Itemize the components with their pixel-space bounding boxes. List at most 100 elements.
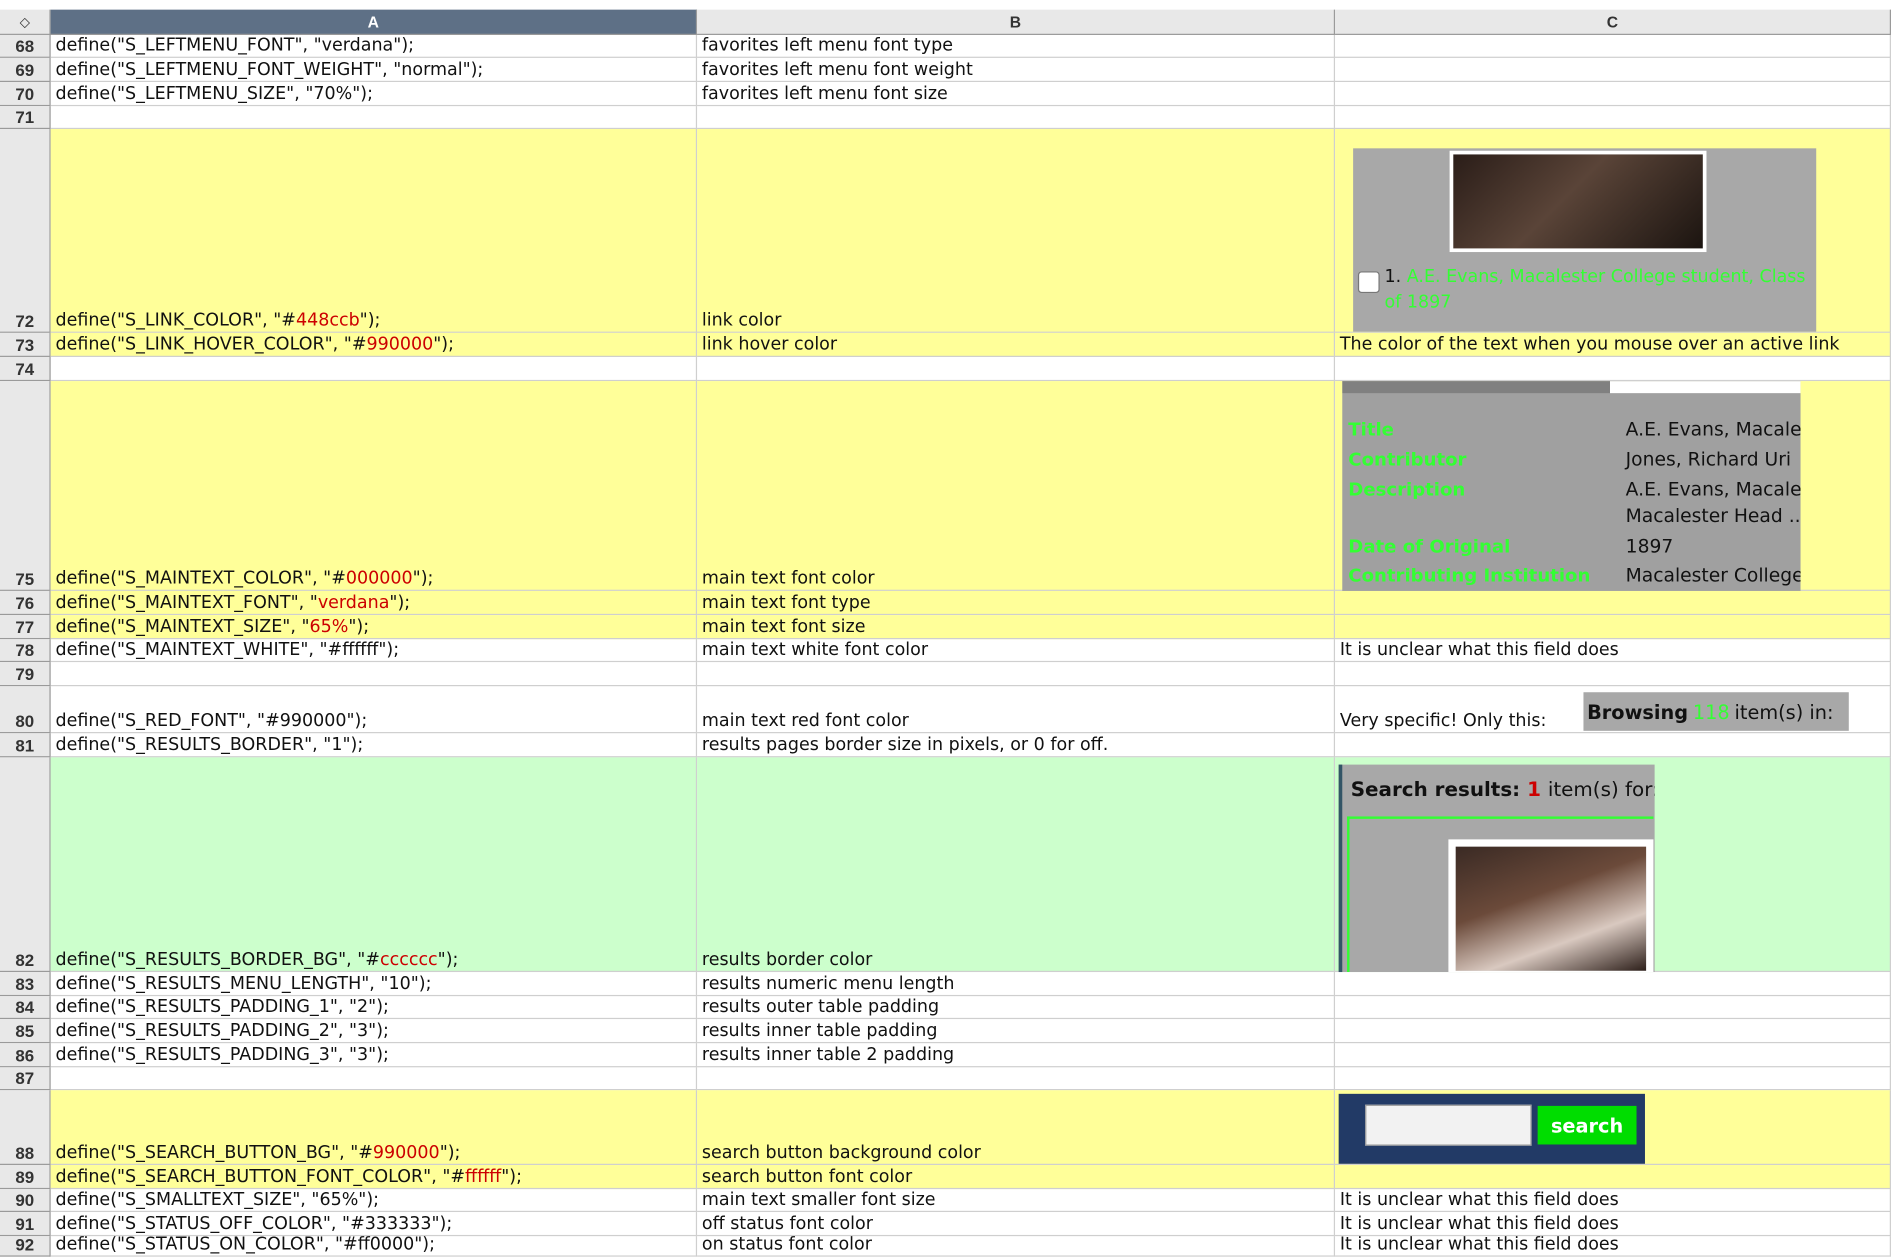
cell-b[interactable]: results numeric menu length <box>697 972 1336 997</box>
cell-a[interactable]: define("S_LINK_HOVER_COLOR", "# 990000 "); <box>50 332 698 357</box>
cell-b[interactable]: results outer table padding <box>697 996 1336 1020</box>
cell-c[interactable]: It is unclear what this field does <box>1335 1212 1891 1237</box>
row-header[interactable]: 77 <box>0 615 51 640</box>
cell-a[interactable]: define("S_RED_FONT", "#990000"); <box>50 686 698 734</box>
row-header[interactable]: 83 <box>0 972 51 997</box>
row-header[interactable]: 75 <box>0 381 51 591</box>
cell-a[interactable]: define("S_MAINTEXT_COLOR", "# 000000 "); <box>50 381 698 591</box>
row-header[interactable]: 79 <box>0 662 51 687</box>
cell-b[interactable]: search button background color <box>697 1090 1336 1165</box>
row-header[interactable]: 70 <box>0 82 51 107</box>
cell-b[interactable]: results inner table padding <box>697 1019 1336 1044</box>
column-header-c[interactable]: C <box>1335 9 1891 35</box>
row-header[interactable]: 87 <box>0 1067 51 1091</box>
cell-a[interactable] <box>50 106 698 130</box>
cell-a[interactable]: define("S_MAINTEXT_WHITE", "#ffffff"); <box>50 639 698 663</box>
row-header[interactable]: 92 <box>0 1235 51 1257</box>
row-header[interactable]: 84 <box>0 996 51 1020</box>
cell-a[interactable]: define("S_LEFTMENU_FONT", "verdana"); <box>50 34 698 58</box>
cell-a[interactable]: define("S_RESULTS_BORDER_BG", "# cccccc ")… <box>50 757 698 973</box>
cell-b[interactable]: main text font size <box>697 615 1336 640</box>
cell-b[interactable] <box>697 106 1336 130</box>
cell-b[interactable]: link color <box>697 129 1336 333</box>
cell-a[interactable]: define("S_MAINTEXT_SIZE", " 65% "); <box>50 615 698 640</box>
cell-c[interactable]: It is unclear what this field does <box>1335 1189 1891 1213</box>
cell-b[interactable] <box>697 1067 1336 1091</box>
cell-c[interactable] <box>1335 1164 1891 1190</box>
cell-b[interactable]: off status font color <box>697 1212 1336 1237</box>
cell-c[interactable]: The color of the text when you mouse ove… <box>1335 332 1891 357</box>
row-header[interactable]: 81 <box>0 733 51 758</box>
cell-a[interactable]: define("S_SEARCH_BUTTON_FONT_COLOR", "# f… <box>50 1164 698 1190</box>
cell-a[interactable]: define("S_STATUS_OFF_COLOR", "#333333"); <box>50 1212 698 1237</box>
row-header[interactable]: 88 <box>0 1090 51 1165</box>
cell-a[interactable] <box>50 356 698 382</box>
cell-a[interactable]: define("S_RESULTS_MENU_LENGTH", "10"); <box>50 972 698 997</box>
cell-a[interactable]: define("S_LINK_COLOR", "# 448ccb "); <box>50 129 698 333</box>
cell-a[interactable]: define("S_RESULTS_PADDING_2", "3"); <box>50 1019 698 1044</box>
row-header[interactable]: 74 <box>0 356 51 382</box>
row-header[interactable]: 86 <box>0 1043 51 1068</box>
cell-a[interactable]: define("S_MAINTEXT_FONT", " verdana "); <box>50 590 698 616</box>
row-header[interactable]: 78 <box>0 639 51 663</box>
cell-a[interactable]: define("S_RESULTS_PADDING_1", "2"); <box>50 996 698 1020</box>
cell-c[interactable] <box>1335 34 1891 58</box>
cell-b[interactable]: results pages border size in pixels, or … <box>697 733 1336 758</box>
cell-b[interactable] <box>697 662 1336 687</box>
row-header[interactable]: 73 <box>0 332 51 357</box>
row-header[interactable]: 71 <box>0 106 51 130</box>
cell-c[interactable] <box>1335 662 1891 687</box>
row-header[interactable]: 72 <box>0 129 51 333</box>
row-header[interactable]: 90 <box>0 1189 51 1213</box>
cell-b[interactable]: on status font color <box>697 1236 1336 1257</box>
row-header[interactable]: 91 <box>0 1212 51 1237</box>
select-checkbox[interactable] <box>1357 271 1380 294</box>
cell-c[interactable] <box>1335 356 1891 382</box>
link-sample[interactable]: 1. A.E. Evans, Macalester College studen… <box>1384 265 1806 316</box>
cell-b[interactable]: link hover color <box>697 332 1336 357</box>
cell-b[interactable]: main text font color <box>697 381 1336 591</box>
cell-b[interactable]: main text red font color <box>697 686 1336 734</box>
search-input[interactable] <box>1365 1104 1532 1146</box>
column-header-b[interactable]: B <box>697 9 1336 35</box>
select-all-corner[interactable]: ◇ <box>0 9 51 35</box>
cell-b[interactable] <box>697 356 1336 382</box>
cell-a[interactable]: define("S_SEARCH_BUTTON_BG", "# 990000 "); <box>50 1090 698 1165</box>
row-header[interactable]: 82 <box>0 757 51 973</box>
cell-a[interactable]: define("S_RESULTS_PADDING_3", "3"); <box>50 1043 698 1068</box>
cell-a[interactable]: define("S_LEFTMENU_SIZE", "70%"); <box>50 82 698 107</box>
cell-c[interactable] <box>1335 972 1891 997</box>
cell-a[interactable] <box>50 1067 698 1091</box>
cell-c[interactable] <box>1335 1067 1891 1091</box>
cell-a[interactable]: define("S_RESULTS_BORDER", "1"); <box>50 733 698 758</box>
cell-a[interactable]: define("S_LEFTMENU_FONT_WEIGHT", "normal… <box>50 57 698 83</box>
cell-c[interactable] <box>1335 733 1891 758</box>
row-header[interactable]: 80 <box>0 686 51 734</box>
cell-b[interactable]: main text white font color <box>697 639 1336 663</box>
cell-c[interactable] <box>1335 1043 1891 1068</box>
cell-b[interactable]: favorites left menu font size <box>697 82 1336 107</box>
cell-b[interactable]: main text font type <box>697 590 1336 616</box>
cell-a[interactable]: define("S_SMALLTEXT_SIZE", "65%"); <box>50 1189 698 1213</box>
cell-c[interactable] <box>1335 106 1891 130</box>
search-button[interactable]: search <box>1537 1105 1637 1145</box>
cell-b[interactable]: favorites left menu font weight <box>697 57 1336 83</box>
row-header[interactable]: 69 <box>0 57 51 83</box>
cell-c[interactable]: It is unclear what this field does <box>1335 639 1891 663</box>
row-header[interactable]: 85 <box>0 1019 51 1044</box>
row-header[interactable]: 89 <box>0 1164 51 1190</box>
cell-c[interactable] <box>1335 590 1891 616</box>
cell-b[interactable]: results inner table 2 padding <box>697 1043 1336 1068</box>
cell-b[interactable]: favorites left menu font type <box>697 34 1336 58</box>
cell-b[interactable]: results border color <box>697 757 1336 973</box>
cell-c[interactable] <box>1335 82 1891 107</box>
cell-c[interactable] <box>1335 1019 1891 1044</box>
column-header-a[interactable]: A <box>50 9 698 35</box>
cell-a[interactable] <box>50 662 698 687</box>
cell-c[interactable] <box>1335 615 1891 640</box>
cell-b[interactable]: search button font color <box>697 1164 1336 1190</box>
cell-c[interactable]: It is unclear what this field does <box>1335 1236 1891 1257</box>
cell-c[interactable] <box>1335 57 1891 83</box>
row-header[interactable]: 76 <box>0 590 51 616</box>
cell-c[interactable] <box>1335 996 1891 1020</box>
